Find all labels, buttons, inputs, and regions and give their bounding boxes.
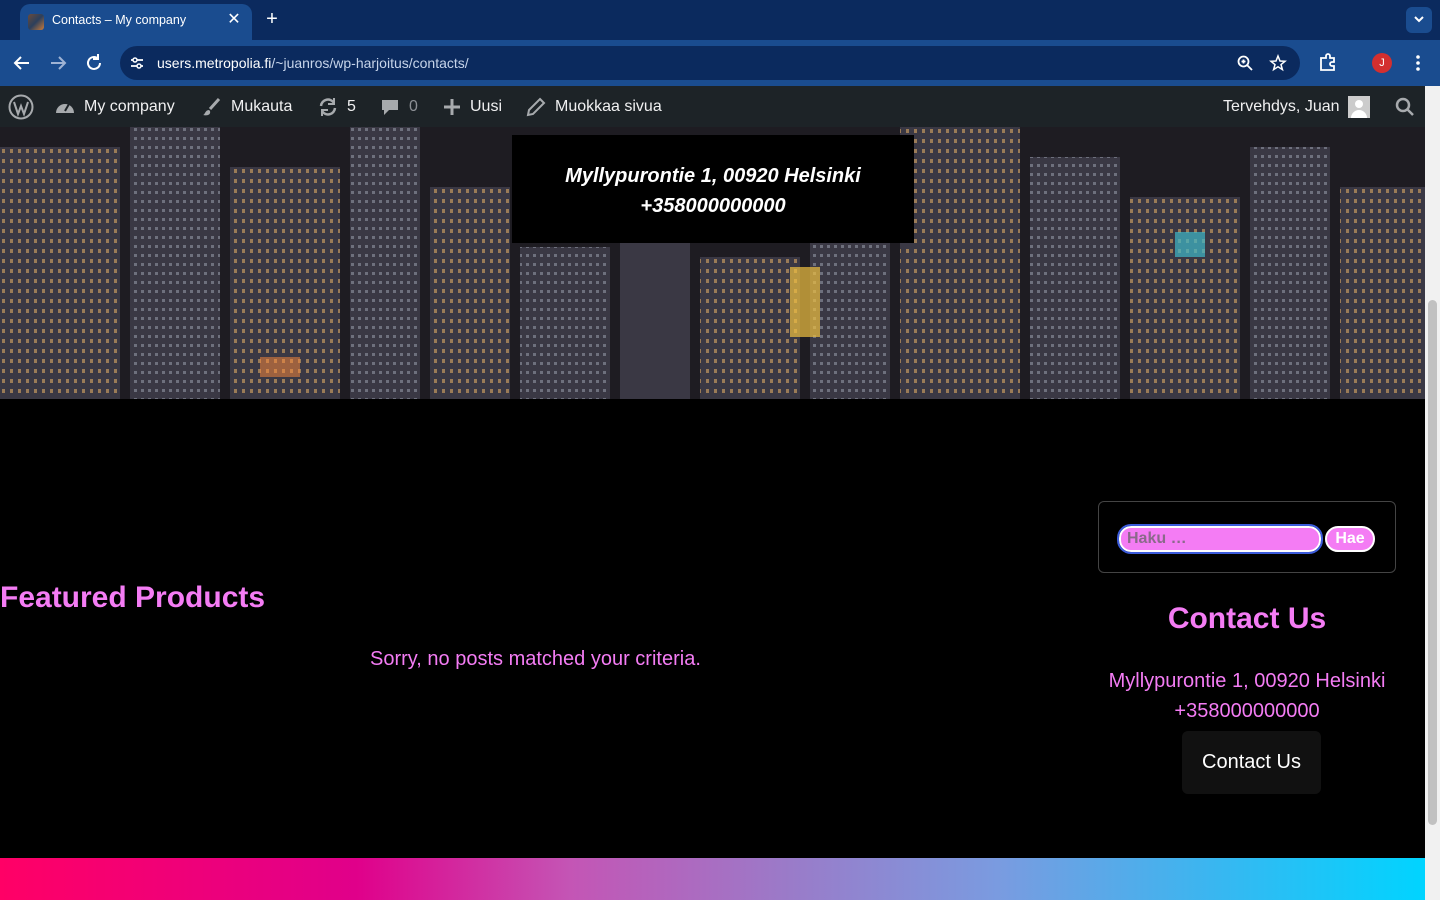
edit-page-label: Muokkaa sivua: [555, 97, 662, 115]
wp-admin-bar: My company Mukauta 5 0 Uusi Muokkaa sivu…: [0, 86, 1440, 127]
new-label: Uusi: [470, 97, 503, 115]
url-host: users.metropolia.fi: [157, 55, 272, 71]
profile-avatar[interactable]: J: [1372, 53, 1392, 73]
updates-count: 5: [347, 97, 356, 115]
comments-link[interactable]: 0: [379, 86, 418, 127]
paintbrush-icon: [203, 97, 221, 115]
footer-gradient-band: [0, 858, 1425, 900]
search-icon: [1395, 97, 1414, 116]
bookmark-star-icon[interactable]: [1269, 54, 1287, 72]
zoom-icon[interactable]: [1236, 54, 1254, 72]
contact-us-heading: Contact Us: [1167, 602, 1327, 635]
contact-us-button[interactable]: Contact Us: [1182, 731, 1321, 794]
featured-products-heading: Featured Products: [0, 581, 266, 614]
site-settings-icon[interactable]: [128, 54, 146, 72]
pencil-icon: [526, 97, 546, 116]
contact-address: Myllypurontie 1, 00920 Helsinki: [1108, 670, 1386, 692]
back-arrow-icon[interactable]: [11, 52, 33, 74]
search-widget: Hae: [1098, 501, 1396, 573]
reload-icon[interactable]: [83, 52, 105, 74]
chevron-down-icon: [1414, 16, 1424, 23]
user-avatar-icon: [1347, 95, 1370, 118]
greeting: Tervehdys, Juan: [1223, 97, 1340, 115]
comment-bubble-icon: [382, 99, 398, 115]
url-text[interactable]: users.metropolia.fi/~juanros/wp-harjoitu…: [157, 55, 469, 71]
browser-tab[interactable]: Contacts – My company ✕: [20, 4, 252, 40]
forward-arrow-icon[interactable]: [47, 52, 69, 74]
site-name-menu[interactable]: My company: [54, 86, 175, 127]
search-button[interactable]: Hae: [1325, 526, 1375, 552]
close-tab-icon[interactable]: ✕: [224, 10, 244, 30]
hero-address-box: Myllypurontie 1, 00920 Helsinki +3580000…: [512, 135, 914, 243]
url-path: /~juanros/wp-harjoitus/contacts/: [271, 55, 469, 71]
browser-tab-strip: Contacts – My company ✕ +: [0, 0, 1440, 40]
site-favicon-icon: [28, 14, 44, 30]
extensions-puzzle-icon[interactable]: [1317, 52, 1339, 74]
tab-title: Contacts – My company: [52, 13, 187, 27]
hero-phone: +358000000000: [640, 195, 786, 217]
wp-logo-menu[interactable]: [8, 86, 34, 127]
browser-toolbar: users.metropolia.fi/~juanros/wp-harjoitu…: [0, 40, 1440, 86]
customize-link[interactable]: Mukauta: [201, 86, 292, 127]
new-content-menu[interactable]: Uusi: [442, 86, 502, 127]
wordpress-logo-icon: [8, 94, 34, 119]
updates-refresh-icon: [319, 97, 337, 116]
plus-icon: [444, 98, 460, 115]
contact-phone: +358000000000: [1174, 700, 1320, 722]
site-name: My company: [84, 97, 175, 115]
new-tab-icon[interactable]: +: [262, 9, 282, 29]
hero-address: Myllypurontie 1, 00920 Helsinki: [565, 165, 861, 187]
dashboard-gauge-icon: [56, 103, 74, 113]
updates-link[interactable]: 5: [317, 86, 356, 127]
browser-menu-icon[interactable]: [1407, 52, 1429, 74]
customize-label: Mukauta: [231, 97, 293, 115]
no-posts-message: Sorry, no posts matched your criteria.: [370, 648, 701, 670]
edit-page-link[interactable]: Muokkaa sivua: [525, 86, 662, 127]
address-bar[interactable]: users.metropolia.fi/~juanros/wp-harjoitu…: [120, 46, 1300, 80]
admin-search[interactable]: [1395, 86, 1415, 127]
scrollbar-thumb[interactable]: [1428, 300, 1437, 825]
tab-search-button[interactable]: [1406, 7, 1432, 33]
search-input[interactable]: [1117, 524, 1323, 554]
account-menu[interactable]: Tervehdys, Juan: [1223, 86, 1370, 127]
comments-count: 0: [409, 97, 418, 115]
